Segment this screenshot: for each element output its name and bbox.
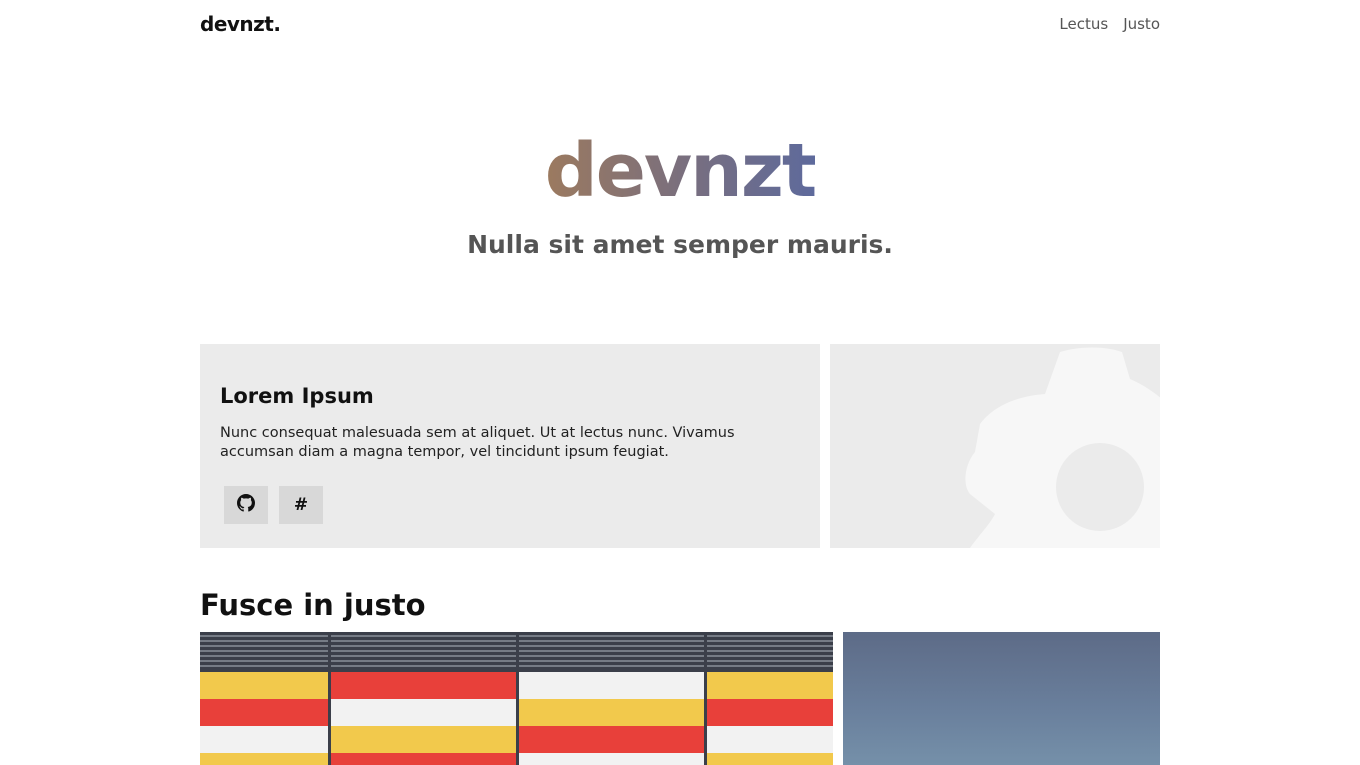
gallery-image-2[interactable] (843, 632, 1160, 765)
hash-link-button[interactable]: # (279, 486, 323, 524)
section-title: Fusce in justo (200, 588, 426, 622)
hero-subtitle: Nulla sit amet semper mauris. (467, 230, 893, 259)
gear-icon (965, 347, 1160, 548)
hero-title-text: devnzt (544, 128, 818, 214)
striped-wall-image (200, 632, 833, 765)
nav-link-justo[interactable]: Justo (1123, 15, 1160, 33)
main-nav: Lectus Justo (1059, 15, 1160, 33)
nav-link-lectus[interactable]: Lectus (1059, 15, 1108, 33)
card-actions: # (224, 486, 323, 524)
site-logo[interactable]: devnzt. (200, 12, 281, 36)
project-card: Lorem Ipsum Nunc consequat malesuada sem… (200, 344, 820, 548)
hero-title: devnzt (0, 126, 1360, 216)
github-button[interactable] (224, 486, 268, 524)
card-side-panel (830, 344, 1160, 548)
github-icon (237, 493, 255, 517)
top-navbar: devnzt. Lectus Justo (200, 12, 1160, 40)
card-description: Nunc consequat malesuada sem at aliquet.… (220, 425, 735, 460)
card-title: Lorem Ipsum (220, 384, 374, 408)
gallery-image-1[interactable] (200, 632, 833, 765)
